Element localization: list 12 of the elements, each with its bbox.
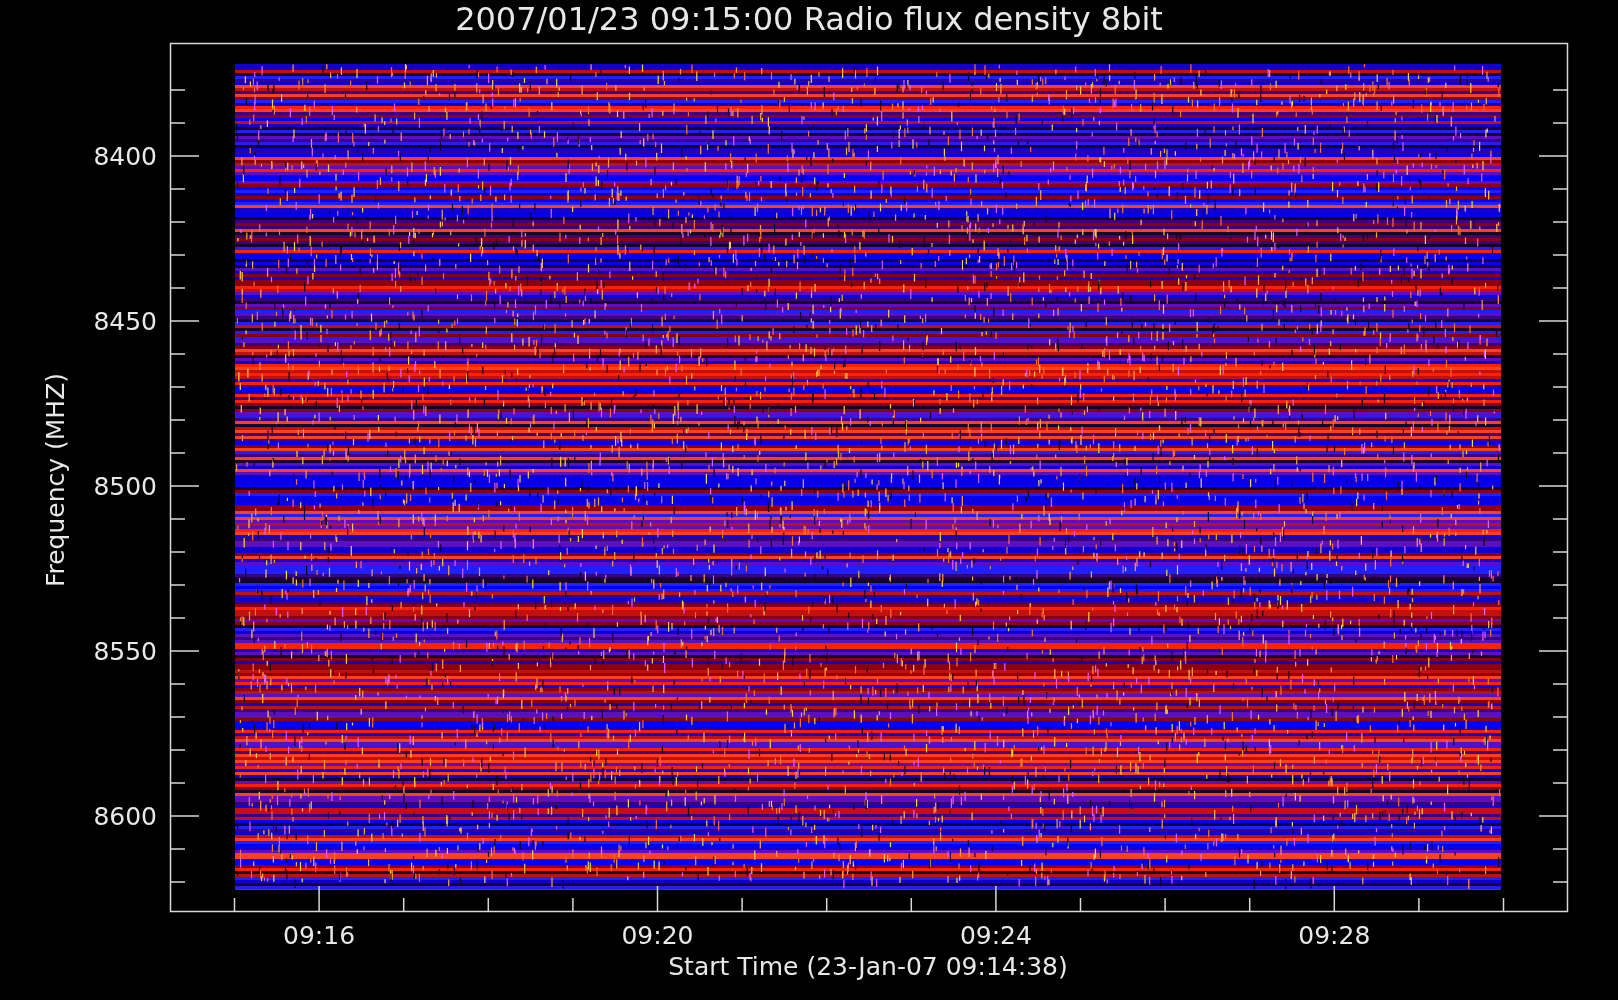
y-axis-label: Frequency (MHZ) xyxy=(41,372,70,588)
y-tick-label: 8400 xyxy=(93,142,157,171)
y-tick-label: 8550 xyxy=(93,637,157,666)
x-axis-label: Start Time (23-Jan-07 09:14:38) xyxy=(668,952,1068,981)
x-tick-label: 09:16 xyxy=(283,921,356,950)
chart-title: 2007/01/23 09:15:00 Radio flux density 8bit xyxy=(455,0,1163,38)
x-tick-label: 09:24 xyxy=(959,921,1032,950)
x-tick-label: 09:28 xyxy=(1298,921,1371,950)
y-tick-label: 8500 xyxy=(93,472,157,501)
y-tick-label: 8450 xyxy=(93,307,157,336)
x-tick-label: 09:20 xyxy=(621,921,694,950)
y-tick-label: 8600 xyxy=(93,802,157,831)
